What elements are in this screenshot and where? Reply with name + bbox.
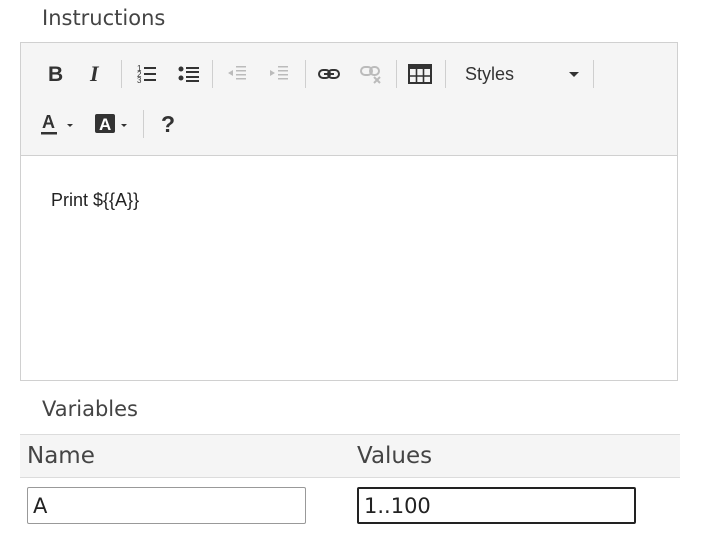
bulleted-list-button[interactable] (173, 58, 205, 90)
bold-icon: B (48, 63, 63, 85)
column-header-values: Values (357, 443, 433, 469)
background-color-button[interactable]: A (91, 108, 133, 140)
table-button[interactable] (404, 58, 436, 90)
svg-text:A: A (99, 115, 111, 134)
background-color-icon: A (95, 114, 127, 134)
toolbar-separator (212, 60, 213, 88)
increase-indent-button[interactable] (263, 58, 295, 90)
instructions-label: Instructions (42, 6, 166, 30)
variable-name-input[interactable] (27, 487, 306, 524)
help-icon: ? (161, 111, 175, 137)
variables-table-header: Name Values (20, 434, 680, 478)
unlink-icon (360, 66, 381, 84)
unlink-button[interactable] (355, 58, 387, 90)
toolbar-separator (396, 60, 397, 88)
text-color-icon: A (41, 112, 73, 135)
toolbar-separator (121, 60, 122, 88)
variable-values-input[interactable] (357, 487, 636, 524)
toolbar-separator (593, 60, 594, 88)
numbered-list-button[interactable]: 1 2 3 (131, 58, 163, 90)
editor-toolbar: B I 1 2 3 Styles A A ? (21, 43, 677, 156)
styles-dropdown-label: Styles (465, 63, 515, 84)
styles-dropdown[interactable]: Styles (457, 58, 585, 90)
indent-icon (270, 66, 288, 80)
toolbar-separator (305, 60, 306, 88)
svg-text:?: ? (161, 111, 175, 137)
editor-content[interactable]: Print ${{A}} (51, 190, 139, 211)
italic-icon: I (89, 63, 100, 85)
svg-text:3: 3 (137, 76, 142, 85)
toolbar-separator (445, 60, 446, 88)
chevron-down-icon (569, 71, 579, 77)
link-icon (318, 69, 340, 79)
column-header-name: Name (27, 443, 95, 469)
svg-text:I: I (89, 63, 100, 85)
outdent-icon (228, 66, 246, 80)
variables-label: Variables (42, 397, 138, 421)
italic-button[interactable]: I (79, 58, 111, 90)
bulleted-list-icon (178, 66, 199, 82)
decrease-indent-button[interactable] (221, 58, 253, 90)
table-icon (408, 64, 432, 84)
svg-text:A: A (42, 112, 55, 132)
rich-text-editor: B I 1 2 3 Styles A A ? Print ${{A}} (20, 42, 678, 381)
link-button[interactable] (313, 58, 345, 90)
help-button[interactable]: ? (152, 108, 184, 140)
numbered-list-icon: 1 2 3 (137, 64, 156, 85)
text-color-button[interactable]: A (39, 108, 81, 140)
bold-button[interactable]: B (39, 58, 71, 90)
toolbar-separator (143, 110, 144, 138)
svg-text:B: B (48, 63, 63, 85)
